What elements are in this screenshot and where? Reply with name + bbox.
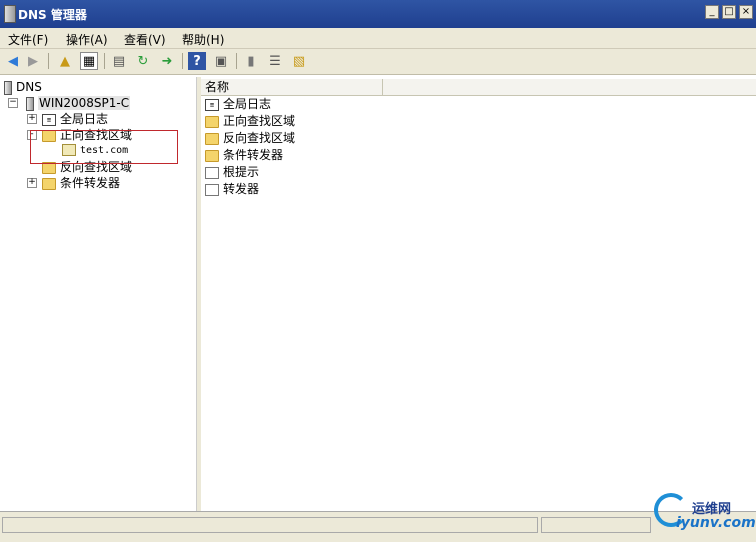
server-icon bbox=[26, 96, 34, 111]
list-item-label: 全局日志 bbox=[223, 97, 272, 111]
show-hide-console-tree-icon[interactable]: ▦ bbox=[80, 52, 98, 70]
status-bar bbox=[0, 511, 756, 542]
list-item-label: 反向查找区域 bbox=[223, 131, 296, 145]
list-item-label: 根提示 bbox=[223, 165, 260, 179]
menu-bar: 文件(F) 操作(A) 查看(V) 帮助(H) bbox=[0, 28, 756, 49]
forwarders-icon bbox=[205, 183, 219, 196]
tree-item-conditional-forwarders[interactable]: 条件转发器 bbox=[42, 175, 120, 191]
tree-item-global-logs[interactable]: ≡ 全局日志 bbox=[42, 111, 108, 127]
menu-file[interactable]: 文件(F) bbox=[8, 31, 48, 48]
menu-action[interactable]: 操作(A) bbox=[66, 31, 108, 48]
maximize-button[interactable]: □ bbox=[722, 5, 736, 19]
properties-icon[interactable]: ▤ bbox=[110, 52, 128, 70]
menu-help[interactable]: 帮助(H) bbox=[182, 31, 224, 48]
list-item[interactable]: ≡ 全局日志 bbox=[205, 96, 271, 112]
tree-label: 条件转发器 bbox=[60, 176, 121, 190]
dns-icon bbox=[4, 80, 12, 95]
expand-icon[interactable]: + bbox=[27, 114, 37, 124]
list-item[interactable]: 正向查找区域 bbox=[205, 113, 295, 129]
highlight-annotation-box bbox=[30, 130, 178, 164]
toolbar-separator bbox=[182, 53, 183, 69]
tree-label: DNS bbox=[16, 80, 42, 94]
refresh-icon[interactable]: ↻ bbox=[134, 52, 152, 70]
column-header-name[interactable]: 名称 bbox=[201, 79, 383, 95]
tree-label: 全局日志 bbox=[60, 112, 109, 126]
menu-view[interactable]: 查看(V) bbox=[124, 31, 166, 48]
list-item[interactable]: 转发器 bbox=[205, 181, 259, 197]
log-icon: ≡ bbox=[205, 98, 219, 111]
status-segment bbox=[541, 517, 651, 533]
folder-icon bbox=[205, 115, 219, 128]
list-item-label: 转发器 bbox=[223, 182, 260, 196]
toolbar: ◀ ▶ ▲ ▦ ▤ ↻ ➜ ? ▣ ▮ ☰ ▧ bbox=[0, 49, 756, 75]
window-title: DNS 管理器 bbox=[18, 8, 87, 22]
back-arrow-icon[interactable]: ◀ bbox=[4, 52, 22, 70]
list-item[interactable]: 根提示 bbox=[205, 164, 259, 180]
watermark-domain: iyunv.com bbox=[676, 515, 756, 531]
toolbar-separator bbox=[236, 53, 237, 69]
export-list-icon[interactable]: ➜ bbox=[158, 52, 176, 70]
details-pane: 名称 ≡ 全局日志 正向查找区域 反向查找区域 条件转发器 根提示 转发器 bbox=[201, 77, 756, 511]
log-icon: ≡ bbox=[42, 113, 56, 126]
column-header-bar: 名称 bbox=[201, 79, 756, 96]
zone-icon[interactable]: ▧ bbox=[290, 52, 308, 70]
tree-item-dns[interactable]: DNS bbox=[4, 79, 42, 95]
toolbar-separator bbox=[104, 53, 105, 69]
forward-arrow-icon[interactable]: ▶ bbox=[24, 52, 42, 70]
tree-label: WIN2008SP1-C bbox=[38, 96, 131, 110]
tree-item-server[interactable]: WIN2008SP1-C bbox=[26, 95, 131, 111]
title-bar: DNS 管理器 _ □ × bbox=[0, 0, 756, 28]
toolbar-separator bbox=[48, 53, 49, 69]
root-hints-icon bbox=[205, 166, 219, 179]
up-folder-icon[interactable]: ▲ bbox=[56, 52, 74, 70]
close-button[interactable]: × bbox=[739, 5, 753, 19]
list-item-label: 正向查找区域 bbox=[223, 114, 296, 128]
action-pane-icon[interactable]: ▣ bbox=[212, 52, 230, 70]
help-icon[interactable]: ? bbox=[188, 52, 206, 70]
minimize-button[interactable]: _ bbox=[705, 5, 719, 19]
server-icon[interactable]: ▮ bbox=[242, 52, 260, 70]
list-item[interactable]: 反向查找区域 bbox=[205, 130, 295, 146]
expand-icon[interactable]: + bbox=[27, 178, 37, 188]
folder-icon bbox=[42, 177, 56, 190]
list-item[interactable]: 条件转发器 bbox=[205, 147, 283, 163]
folder-icon bbox=[205, 132, 219, 145]
collapse-icon[interactable]: − bbox=[8, 98, 18, 108]
folder-icon bbox=[205, 149, 219, 162]
status-segment-main bbox=[2, 517, 538, 533]
list-icon[interactable]: ☰ bbox=[266, 52, 284, 70]
dns-app-icon bbox=[4, 5, 16, 23]
list-item-label: 条件转发器 bbox=[223, 148, 284, 162]
